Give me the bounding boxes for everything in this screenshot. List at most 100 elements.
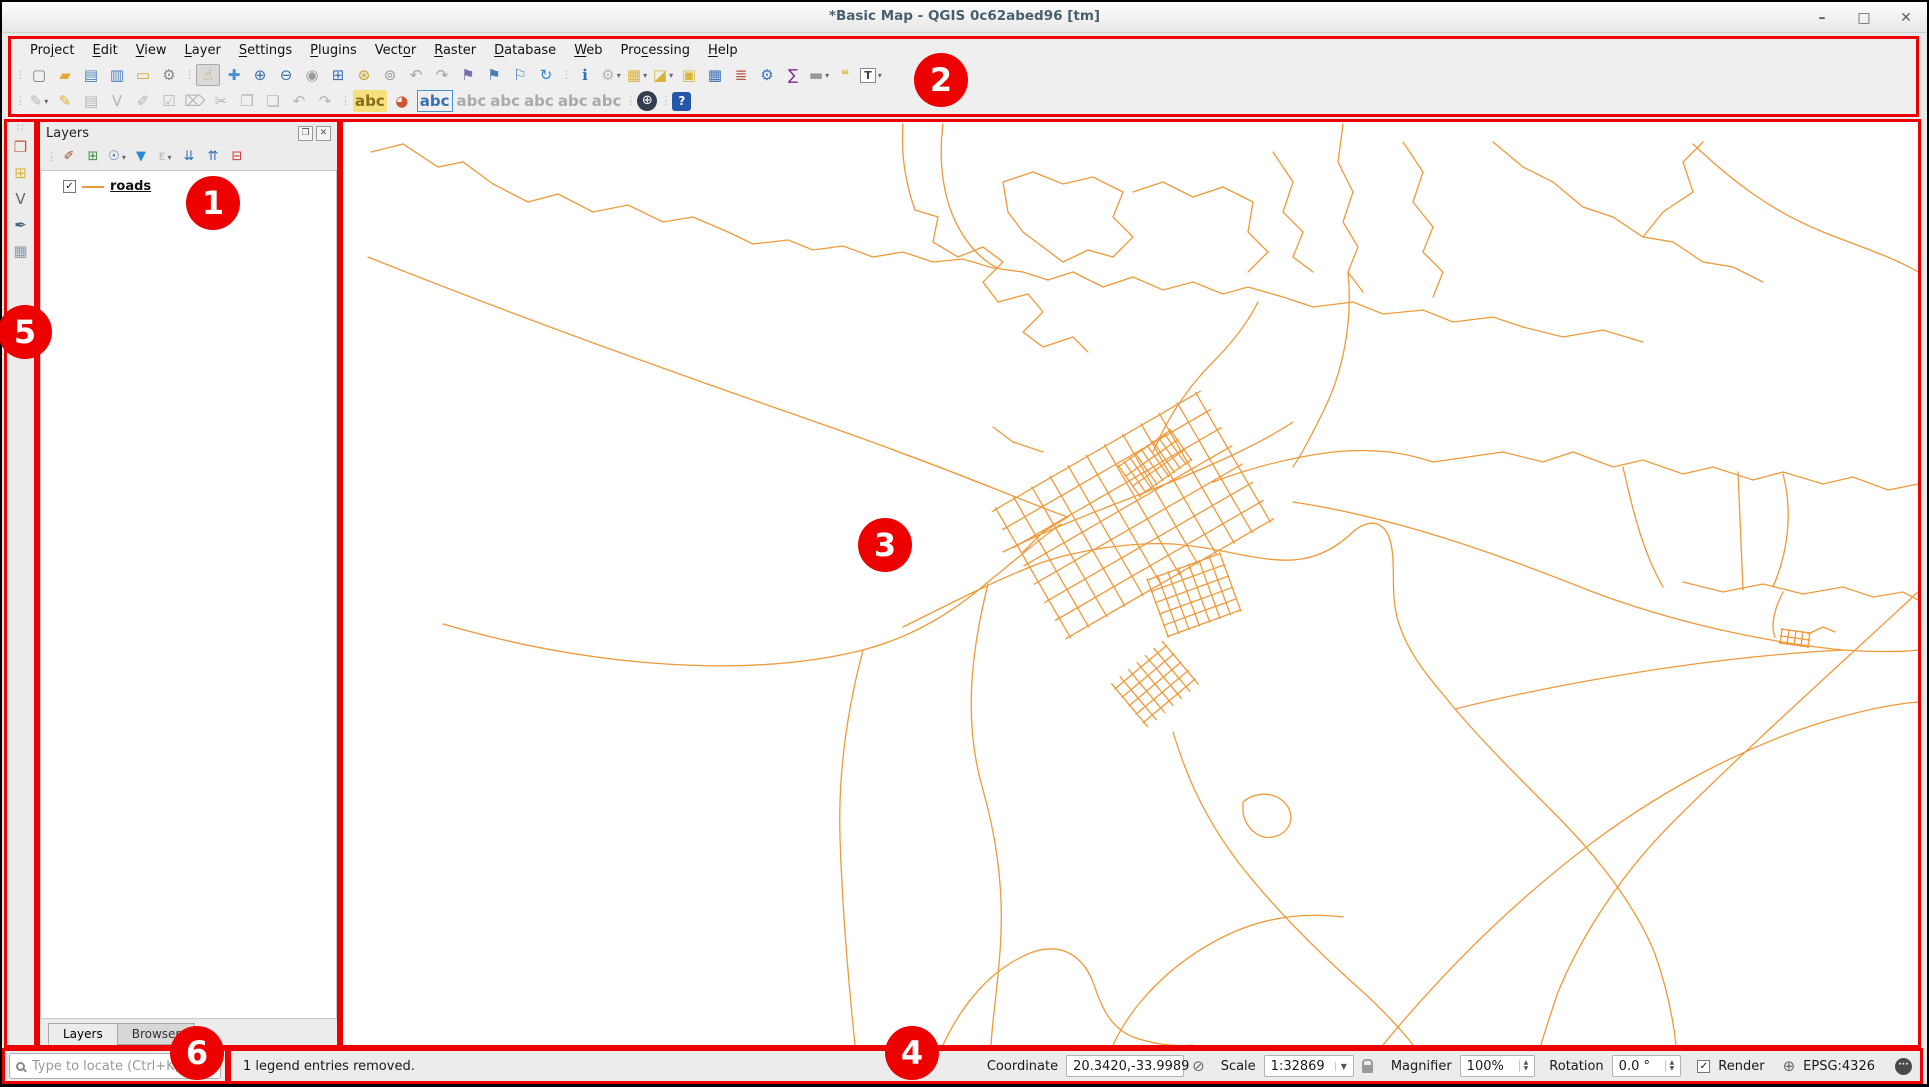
- layer-diagram-icon[interactable]: ◕: [390, 90, 414, 112]
- new-shapefile-layer-icon[interactable]: V: [9, 188, 33, 210]
- show-unplaced-labels-icon[interactable]: abc: [523, 90, 555, 112]
- spinner-arrows-icon[interactable]: ▲▼: [1665, 1060, 1675, 1072]
- undo-icon[interactable]: ↶: [287, 90, 311, 112]
- spinner-arrows-icon[interactable]: ▲▼: [1519, 1060, 1529, 1072]
- modify-attributes-icon[interactable]: ☑: [157, 90, 181, 112]
- rotation-spinner[interactable]: 0.0 °▲▼: [1612, 1055, 1682, 1077]
- layer-labeling-icon[interactable]: abc: [352, 90, 388, 112]
- zoom-native-icon[interactable]: ◉: [300, 64, 324, 86]
- chevron-down-icon[interactable]: ▾: [878, 71, 882, 80]
- identify-features-icon[interactable]: ℹ: [573, 64, 597, 86]
- menu-raster[interactable]: Raster: [425, 41, 485, 60]
- paste-features-icon[interactable]: ❏: [261, 90, 285, 112]
- select-features-icon[interactable]: ▦▾: [625, 64, 649, 86]
- field-calculator-icon[interactable]: ≣: [729, 64, 753, 86]
- zoom-last-icon[interactable]: ↶: [404, 64, 428, 86]
- pan-map-icon[interactable]: ☝: [196, 64, 220, 86]
- coordinate-input[interactable]: 20.3420,-33.9989: [1066, 1055, 1184, 1077]
- metasearch-icon[interactable]: ⊕: [637, 91, 657, 111]
- processing-toolbox-icon[interactable]: ⚙: [755, 64, 779, 86]
- menu-settings[interactable]: Settings: [230, 41, 301, 60]
- chevron-down-icon[interactable]: ▾: [825, 71, 829, 80]
- help-icon[interactable]: ?: [672, 92, 691, 111]
- map-tips-icon[interactable]: ❝: [833, 64, 857, 86]
- cut-features-icon[interactable]: ✂: [209, 90, 233, 112]
- zoom-full-icon[interactable]: ⊞: [326, 64, 350, 86]
- lock-scale-icon[interactable]: [1362, 1065, 1373, 1073]
- new-memory-layer-icon[interactable]: ▦: [9, 240, 33, 262]
- menu-layer[interactable]: Layer: [176, 41, 230, 60]
- zoom-out-icon[interactable]: ⊖: [274, 64, 298, 86]
- menu-project[interactable]: Project: [21, 41, 84, 60]
- toolbar-drag-handle[interactable]: ⋮: [15, 65, 24, 85]
- remove-layer-icon[interactable]: ⊟: [226, 147, 248, 167]
- menu-view[interactable]: View: [127, 41, 176, 60]
- manage-map-themes-icon[interactable]: ☉▾: [106, 147, 128, 167]
- show-layout-manager-icon[interactable]: ⚙: [157, 64, 181, 86]
- new-geopackage-layer-icon[interactable]: ⊞: [9, 162, 33, 184]
- run-feature-action-icon[interactable]: ⚙▾: [599, 64, 623, 86]
- layer-name-label[interactable]: roads: [110, 179, 151, 194]
- current-edits-icon[interactable]: ✎▾: [27, 90, 51, 112]
- filter-legend-icon[interactable]: ▼: [130, 147, 152, 167]
- crs-globe-icon[interactable]: ⊕: [1783, 1057, 1796, 1075]
- mouse-position-toggle-icon[interactable]: ⊘: [1192, 1057, 1205, 1075]
- move-label-icon[interactable]: abc: [557, 90, 589, 112]
- float-panel-icon[interactable]: ❐: [298, 126, 313, 141]
- save-project-as-icon[interactable]: ▥: [105, 64, 129, 86]
- copy-features-icon[interactable]: ❐: [235, 90, 259, 112]
- chevron-down-icon[interactable]: ▾: [643, 71, 647, 80]
- save-layer-edits-icon[interactable]: ▤: [79, 90, 103, 112]
- toolbar-drag-handle[interactable]: ⋮: [184, 65, 193, 85]
- menu-edit[interactable]: Edit: [84, 41, 127, 60]
- show-hide-labels-icon[interactable]: abc: [456, 90, 488, 112]
- highlight-pinned-labels-icon[interactable]: abc: [416, 90, 454, 112]
- tab-layers[interactable]: Layers: [48, 1023, 118, 1045]
- chevron-down-icon[interactable]: ▾: [669, 71, 673, 80]
- magnifier-spinner[interactable]: 100%▲▼: [1460, 1055, 1536, 1077]
- chevron-down-icon[interactable]: ▼: [1335, 1062, 1347, 1071]
- chevron-down-icon[interactable]: ▾: [122, 153, 126, 162]
- title-bar[interactable]: *Basic Map - QGIS 0c62abed96 [tm] – □ ✕: [2, 2, 1927, 33]
- pan-to-selection-icon[interactable]: ✚: [222, 64, 246, 86]
- epsg-status[interactable]: EPSG:4326: [1803, 1059, 1875, 1074]
- maximize-button[interactable]: □: [1855, 10, 1873, 26]
- toolbar-drag-handle[interactable]: ⋮: [625, 91, 634, 111]
- statistical-summary-icon[interactable]: ∑: [781, 64, 805, 86]
- minimize-button[interactable]: –: [1813, 10, 1831, 26]
- menu-processing[interactable]: Processing: [612, 41, 699, 60]
- pin-unpin-labels-icon[interactable]: abc: [489, 90, 521, 112]
- text-annotation-icon[interactable]: T▾: [859, 64, 883, 86]
- toolbar-drag-handle[interactable]: ⋮: [660, 91, 669, 111]
- menu-help[interactable]: Help: [699, 41, 747, 60]
- toolbar-drag-handle[interactable]: ⋮: [46, 147, 55, 167]
- open-project-icon[interactable]: ▰: [53, 64, 77, 86]
- scale-combobox[interactable]: 1:32869▼: [1264, 1055, 1354, 1077]
- filter-expression-icon[interactable]: ε▾: [154, 147, 176, 167]
- chevron-down-icon[interactable]: ▾: [617, 71, 621, 80]
- close-button[interactable]: ✕: [1897, 10, 1915, 26]
- menu-web[interactable]: Web: [565, 41, 611, 60]
- vertex-tool-icon[interactable]: ✐: [131, 90, 155, 112]
- zoom-next-icon[interactable]: ↷: [430, 64, 454, 86]
- expand-all-icon[interactable]: ⇊: [178, 147, 200, 167]
- change-label-icon[interactable]: abc: [591, 90, 623, 112]
- map-canvas[interactable]: [343, 122, 1918, 1045]
- refresh-icon[interactable]: ↻: [534, 64, 558, 86]
- redo-icon[interactable]: ↷: [313, 90, 337, 112]
- collapse-all-icon[interactable]: ⇈: [202, 147, 224, 167]
- chevron-down-icon[interactable]: ▾: [168, 153, 172, 162]
- data-source-manager-icon[interactable]: ❒: [9, 136, 33, 158]
- select-by-value-icon[interactable]: ▣: [677, 64, 701, 86]
- add-group-icon[interactable]: ⊞: [82, 147, 104, 167]
- show-bookmarks-icon[interactable]: ⚐: [508, 64, 532, 86]
- new-spatialite-layer-icon[interactable]: ✒: [9, 214, 33, 236]
- deselect-features-icon[interactable]: ◪▾: [651, 64, 675, 86]
- close-panel-icon[interactable]: ✕: [316, 126, 331, 141]
- measure-icon[interactable]: ▬▾: [807, 64, 831, 86]
- toolbar-drag-handle[interactable]: ∷: [11, 124, 31, 134]
- open-layer-styling-icon[interactable]: ✐: [58, 147, 80, 167]
- zoom-to-selection-icon[interactable]: ⊛: [352, 64, 376, 86]
- menu-plugins[interactable]: Plugins: [301, 41, 366, 60]
- save-project-icon[interactable]: ▤: [79, 64, 103, 86]
